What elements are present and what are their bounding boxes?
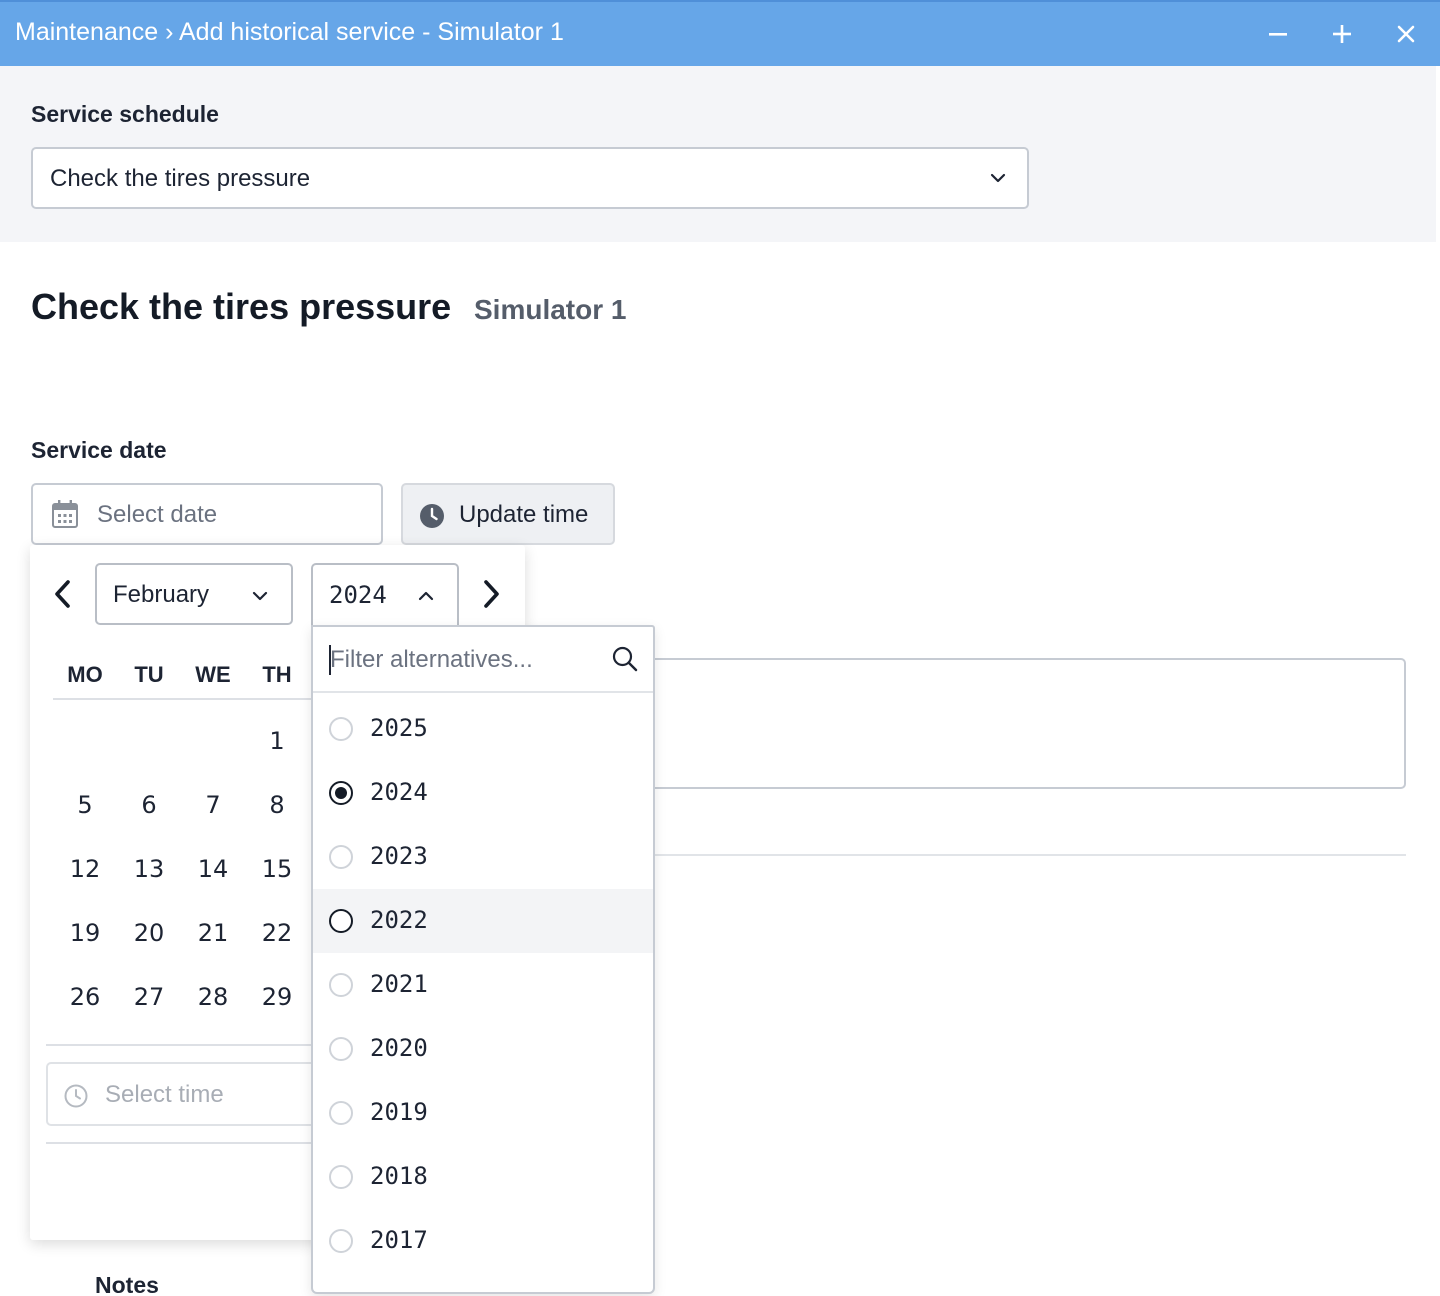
chevron-up-icon	[418, 591, 434, 601]
year-option[interactable]: 2019	[313, 1081, 653, 1145]
calendar-icon	[52, 500, 78, 528]
chevron-down-icon	[990, 173, 1006, 183]
chevron-down-icon	[252, 591, 268, 601]
time-placeholder: Select time	[105, 1081, 224, 1108]
close-button[interactable]	[1388, 16, 1424, 52]
year-option[interactable]: 2025	[313, 697, 653, 761]
update-time-button[interactable]: Update time	[401, 483, 615, 545]
calendar-divider	[46, 1044, 311, 1046]
service-date-label: Service date	[31, 437, 167, 463]
radio-button	[329, 845, 353, 869]
weekday-divider	[53, 698, 311, 700]
year-option-highlighted[interactable]: 2022	[313, 889, 653, 953]
radio-button	[329, 1165, 353, 1189]
calendar-day[interactable]: 22	[245, 919, 309, 947]
calendar-day[interactable]: 20	[117, 919, 181, 947]
update-time-label: Update time	[459, 501, 589, 528]
filter-input[interactable]: Filter alternatives...	[313, 627, 653, 693]
year-option-label: 2024	[370, 778, 428, 806]
calendar-day[interactable]: 19	[53, 919, 117, 947]
year-option-label: 2017	[370, 1226, 428, 1254]
calendar-day[interactable]: 14	[181, 855, 245, 883]
date-placeholder: Select date	[97, 501, 218, 528]
calendar-divider	[46, 1142, 311, 1144]
year-dropdown: Filter alternatives... 2025 2024 2023 20…	[311, 625, 655, 1294]
page-title: Check the tires pressure	[31, 286, 452, 327]
year-option[interactable]: 2021	[313, 953, 653, 1017]
calendar-day[interactable]: 15	[245, 855, 309, 883]
year-option[interactable]: 2018	[313, 1145, 653, 1209]
calendar-day[interactable]: 12	[53, 855, 117, 883]
year-option[interactable]: 2024	[313, 761, 653, 825]
year-option[interactable]: 2023	[313, 825, 653, 889]
year-option-label: 2022	[370, 906, 428, 934]
calendar-day[interactable]: 1	[245, 727, 309, 755]
radio-button	[329, 973, 353, 997]
calendar-day[interactable]: 29	[245, 983, 309, 1011]
description-field[interactable]	[650, 658, 1406, 789]
weekday-header-mo: MO	[67, 662, 103, 687]
close-icon	[1397, 25, 1415, 43]
calendar-day[interactable]: 8	[245, 791, 309, 819]
radio-button-selected	[329, 781, 353, 805]
year-option-label: 2023	[370, 842, 428, 870]
radio-button	[329, 717, 353, 741]
calendar-day[interactable]: 6	[117, 791, 181, 819]
year-option-label: 2019	[370, 1098, 428, 1126]
year-option-label: 2018	[370, 1162, 428, 1190]
service-schedule-select[interactable]: Check the tires pressure	[31, 147, 1029, 209]
maximize-button[interactable]	[1324, 16, 1360, 52]
notes-label: Notes	[95, 1272, 159, 1296]
window-titlebar: Maintenance › Add historical service - S…	[0, 0, 1440, 66]
date-input[interactable]: Select date	[31, 483, 383, 545]
radio-button	[329, 1037, 353, 1061]
chevron-left-icon[interactable]	[52, 578, 74, 610]
clock-icon	[420, 504, 444, 528]
filter-placeholder: Filter alternatives...	[330, 646, 533, 673]
radio-button	[329, 909, 353, 933]
plus-icon	[1333, 25, 1351, 43]
calendar-day[interactable]: 26	[53, 983, 117, 1011]
month-select[interactable]: February	[95, 563, 293, 625]
calendar-day[interactable]: 5	[53, 791, 117, 819]
service-schedule-label: Service schedule	[31, 101, 219, 127]
time-input[interactable]: Select time	[46, 1062, 326, 1126]
month-value: February	[113, 581, 210, 608]
weekday-header-we: WE	[195, 662, 231, 687]
weekday-header-tu: TU	[134, 662, 164, 687]
weekday-header-th: TH	[262, 662, 292, 687]
radio-button	[329, 1101, 353, 1125]
service-schedule-value: Check the tires pressure	[50, 165, 311, 192]
calendar-day[interactable]: 7	[181, 791, 245, 819]
year-select[interactable]: 2024	[311, 563, 459, 627]
window-title: Maintenance › Add historical service - S…	[15, 18, 564, 46]
calendar-day[interactable]: 21	[181, 919, 245, 947]
page-subtitle: Simulator 1	[474, 294, 627, 325]
year-option-label: 2025	[370, 714, 428, 742]
year-value: 2024	[329, 581, 387, 609]
calendar-day[interactable]: 13	[117, 855, 181, 883]
year-option[interactable]: 2020	[313, 1017, 653, 1081]
search-icon	[612, 646, 638, 672]
section-divider	[650, 854, 1406, 856]
year-option[interactable]: 2017	[313, 1209, 653, 1273]
calendar-day[interactable]: 28	[181, 983, 245, 1011]
radio-button	[329, 1229, 353, 1253]
minus-icon	[1269, 33, 1287, 36]
year-option-label: 2020	[370, 1034, 428, 1062]
calendar-day[interactable]: 27	[117, 983, 181, 1011]
chevron-right-icon[interactable]	[480, 578, 502, 610]
minimize-button[interactable]	[1260, 16, 1296, 52]
clock-icon	[64, 1084, 88, 1108]
year-option-label: 2021	[370, 970, 428, 998]
